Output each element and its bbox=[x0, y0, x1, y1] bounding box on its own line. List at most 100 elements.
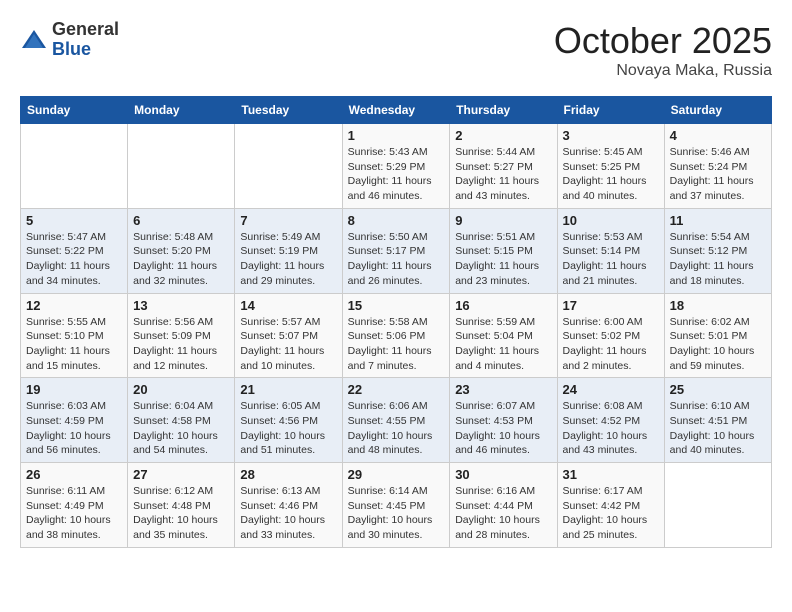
day-info: Sunrise: 5:54 AM Sunset: 5:12 PM Dayligh… bbox=[670, 230, 766, 289]
day-number: 7 bbox=[240, 213, 336, 228]
day-info: Sunrise: 6:17 AM Sunset: 4:42 PM Dayligh… bbox=[563, 484, 659, 543]
calendar-cell: 26Sunrise: 6:11 AM Sunset: 4:49 PM Dayli… bbox=[21, 463, 128, 548]
calendar-cell bbox=[21, 124, 128, 209]
calendar-week-1: 1Sunrise: 5:43 AM Sunset: 5:29 PM Daylig… bbox=[21, 124, 772, 209]
day-info: Sunrise: 6:12 AM Sunset: 4:48 PM Dayligh… bbox=[133, 484, 229, 543]
day-info: Sunrise: 6:10 AM Sunset: 4:51 PM Dayligh… bbox=[670, 399, 766, 458]
day-info: Sunrise: 5:57 AM Sunset: 5:07 PM Dayligh… bbox=[240, 315, 336, 374]
calendar-week-2: 5 Sunrise: 5:47 AM Sunset: 5:22 PM Daylig… bbox=[21, 208, 772, 293]
calendar-table: SundayMondayTuesdayWednesdayThursdayFrid… bbox=[20, 96, 772, 548]
day-info: Sunrise: 5:44 AM Sunset: 5:27 PM Dayligh… bbox=[455, 145, 551, 204]
calendar-cell: 24 Sunrise: 6:08 AM Sunset: 4:52 PM Dayli… bbox=[557, 378, 664, 463]
page-header: General Blue October 2025 Novaya Maka, R… bbox=[20, 20, 772, 80]
calendar-cell: 8 Sunrise: 5:50 AM Sunset: 5:17 PM Daylig… bbox=[342, 208, 450, 293]
logo-text: General Blue bbox=[52, 20, 119, 60]
weekday-header-monday: Monday bbox=[128, 97, 235, 124]
weekday-header-wednesday: Wednesday bbox=[342, 97, 450, 124]
day-info: Sunrise: 6:13 AM Sunset: 4:46 PM Dayligh… bbox=[240, 484, 336, 543]
day-info: Sunrise: 6:07 AM Sunset: 4:53 PM Dayligh… bbox=[455, 399, 551, 458]
day-info: Sunrise: 5:55 AM Sunset: 5:10 PM Dayligh… bbox=[26, 315, 122, 374]
calendar-cell: 20 Sunrise: 6:04 AM Sunset: 4:58 PM Dayli… bbox=[128, 378, 235, 463]
day-number: 6 bbox=[133, 213, 229, 228]
day-number: 9 bbox=[455, 213, 551, 228]
day-number: 31 bbox=[563, 467, 659, 482]
day-info: Sunrise: 5:50 AM Sunset: 5:17 PM Dayligh… bbox=[348, 230, 445, 289]
day-number: 25 bbox=[670, 382, 766, 397]
calendar-cell bbox=[235, 124, 342, 209]
calendar-cell bbox=[664, 463, 771, 548]
calendar-cell: 21 Sunrise: 6:05 AM Sunset: 4:56 PM Dayli… bbox=[235, 378, 342, 463]
weekday-header-friday: Friday bbox=[557, 97, 664, 124]
weekday-header-row: SundayMondayTuesdayWednesdayThursdayFrid… bbox=[21, 97, 772, 124]
logo-general: General bbox=[52, 20, 119, 40]
day-info: Sunrise: 5:43 AM Sunset: 5:29 PM Dayligh… bbox=[348, 145, 445, 204]
day-info: Sunrise: 6:14 AM Sunset: 4:45 PM Dayligh… bbox=[348, 484, 445, 543]
calendar-cell: 15 Sunrise: 5:58 AM Sunset: 5:06 PM Dayli… bbox=[342, 293, 450, 378]
day-info: Sunrise: 6:04 AM Sunset: 4:58 PM Dayligh… bbox=[133, 399, 229, 458]
calendar-cell: 6 Sunrise: 5:48 AM Sunset: 5:20 PM Daylig… bbox=[128, 208, 235, 293]
day-info: Sunrise: 5:49 AM Sunset: 5:19 PM Dayligh… bbox=[240, 230, 336, 289]
day-number: 3 bbox=[563, 128, 659, 143]
calendar-cell: 25 Sunrise: 6:10 AM Sunset: 4:51 PM Dayli… bbox=[664, 378, 771, 463]
day-info: Sunrise: 6:16 AM Sunset: 4:44 PM Dayligh… bbox=[455, 484, 551, 543]
day-number: 24 bbox=[563, 382, 659, 397]
day-number: 22 bbox=[348, 382, 445, 397]
calendar-cell: 12 Sunrise: 5:55 AM Sunset: 5:10 PM Dayli… bbox=[21, 293, 128, 378]
day-number: 28 bbox=[240, 467, 336, 482]
day-info: Sunrise: 6:08 AM Sunset: 4:52 PM Dayligh… bbox=[563, 399, 659, 458]
weekday-header-saturday: Saturday bbox=[664, 97, 771, 124]
calendar-cell: 9 Sunrise: 5:51 AM Sunset: 5:15 PM Daylig… bbox=[450, 208, 557, 293]
calendar-cell: 16Sunrise: 5:59 AM Sunset: 5:04 PM Dayli… bbox=[450, 293, 557, 378]
day-info: Sunrise: 5:56 AM Sunset: 5:09 PM Dayligh… bbox=[133, 315, 229, 374]
day-number: 2 bbox=[455, 128, 551, 143]
logo-blue: Blue bbox=[52, 40, 119, 60]
calendar-cell: 10 Sunrise: 5:53 AM Sunset: 5:14 PM Dayli… bbox=[557, 208, 664, 293]
calendar-week-3: 12 Sunrise: 5:55 AM Sunset: 5:10 PM Dayli… bbox=[21, 293, 772, 378]
day-number: 8 bbox=[348, 213, 445, 228]
day-number: 27 bbox=[133, 467, 229, 482]
calendar-cell: 29 Sunrise: 6:14 AM Sunset: 4:45 PM Dayli… bbox=[342, 463, 450, 548]
day-number: 29 bbox=[348, 467, 445, 482]
calendar-cell bbox=[128, 124, 235, 209]
calendar-cell: 5 Sunrise: 5:47 AM Sunset: 5:22 PM Daylig… bbox=[21, 208, 128, 293]
day-number: 5 bbox=[26, 213, 122, 228]
calendar-week-5: 26Sunrise: 6:11 AM Sunset: 4:49 PM Dayli… bbox=[21, 463, 772, 548]
day-number: 20 bbox=[133, 382, 229, 397]
day-info: Sunrise: 5:51 AM Sunset: 5:15 PM Dayligh… bbox=[455, 230, 551, 289]
day-info: Sunrise: 5:58 AM Sunset: 5:06 PM Dayligh… bbox=[348, 315, 445, 374]
calendar-cell: 23Sunrise: 6:07 AM Sunset: 4:53 PM Dayli… bbox=[450, 378, 557, 463]
calendar-cell: 27 Sunrise: 6:12 AM Sunset: 4:48 PM Dayli… bbox=[128, 463, 235, 548]
day-number: 17 bbox=[563, 298, 659, 313]
day-info: Sunrise: 5:45 AM Sunset: 5:25 PM Dayligh… bbox=[563, 145, 659, 204]
day-info: Sunrise: 6:11 AM Sunset: 4:49 PM Dayligh… bbox=[26, 484, 122, 543]
day-number: 10 bbox=[563, 213, 659, 228]
calendar-cell: 7 Sunrise: 5:49 AM Sunset: 5:19 PM Daylig… bbox=[235, 208, 342, 293]
day-number: 30 bbox=[455, 467, 551, 482]
day-number: 21 bbox=[240, 382, 336, 397]
day-info: Sunrise: 5:46 AM Sunset: 5:24 PM Dayligh… bbox=[670, 145, 766, 204]
month-title: October 2025 bbox=[554, 20, 772, 62]
calendar-cell: 18 Sunrise: 6:02 AM Sunset: 5:01 PM Dayli… bbox=[664, 293, 771, 378]
day-info: Sunrise: 5:47 AM Sunset: 5:22 PM Dayligh… bbox=[26, 230, 122, 289]
location: Novaya Maka, Russia bbox=[554, 62, 772, 80]
title-block: October 2025 Novaya Maka, Russia bbox=[554, 20, 772, 80]
day-number: 15 bbox=[348, 298, 445, 313]
calendar-cell: 14Sunrise: 5:57 AM Sunset: 5:07 PM Dayli… bbox=[235, 293, 342, 378]
day-number: 4 bbox=[670, 128, 766, 143]
day-info: Sunrise: 5:48 AM Sunset: 5:20 PM Dayligh… bbox=[133, 230, 229, 289]
calendar-cell: 1Sunrise: 5:43 AM Sunset: 5:29 PM Daylig… bbox=[342, 124, 450, 209]
calendar-cell: 30 Sunrise: 6:16 AM Sunset: 4:44 PM Dayli… bbox=[450, 463, 557, 548]
calendar-week-4: 19Sunrise: 6:03 AM Sunset: 4:59 PM Dayli… bbox=[21, 378, 772, 463]
calendar-cell: 11 Sunrise: 5:54 AM Sunset: 5:12 PM Dayli… bbox=[664, 208, 771, 293]
day-info: Sunrise: 6:05 AM Sunset: 4:56 PM Dayligh… bbox=[240, 399, 336, 458]
day-info: Sunrise: 5:53 AM Sunset: 5:14 PM Dayligh… bbox=[563, 230, 659, 289]
day-number: 19 bbox=[26, 382, 122, 397]
weekday-header-tuesday: Tuesday bbox=[235, 97, 342, 124]
day-number: 12 bbox=[26, 298, 122, 313]
logo-icon bbox=[20, 26, 48, 54]
calendar-cell: 17Sunrise: 6:00 AM Sunset: 5:02 PM Dayli… bbox=[557, 293, 664, 378]
day-number: 18 bbox=[670, 298, 766, 313]
day-number: 11 bbox=[670, 213, 766, 228]
day-info: Sunrise: 6:02 AM Sunset: 5:01 PM Dayligh… bbox=[670, 315, 766, 374]
day-number: 13 bbox=[133, 298, 229, 313]
